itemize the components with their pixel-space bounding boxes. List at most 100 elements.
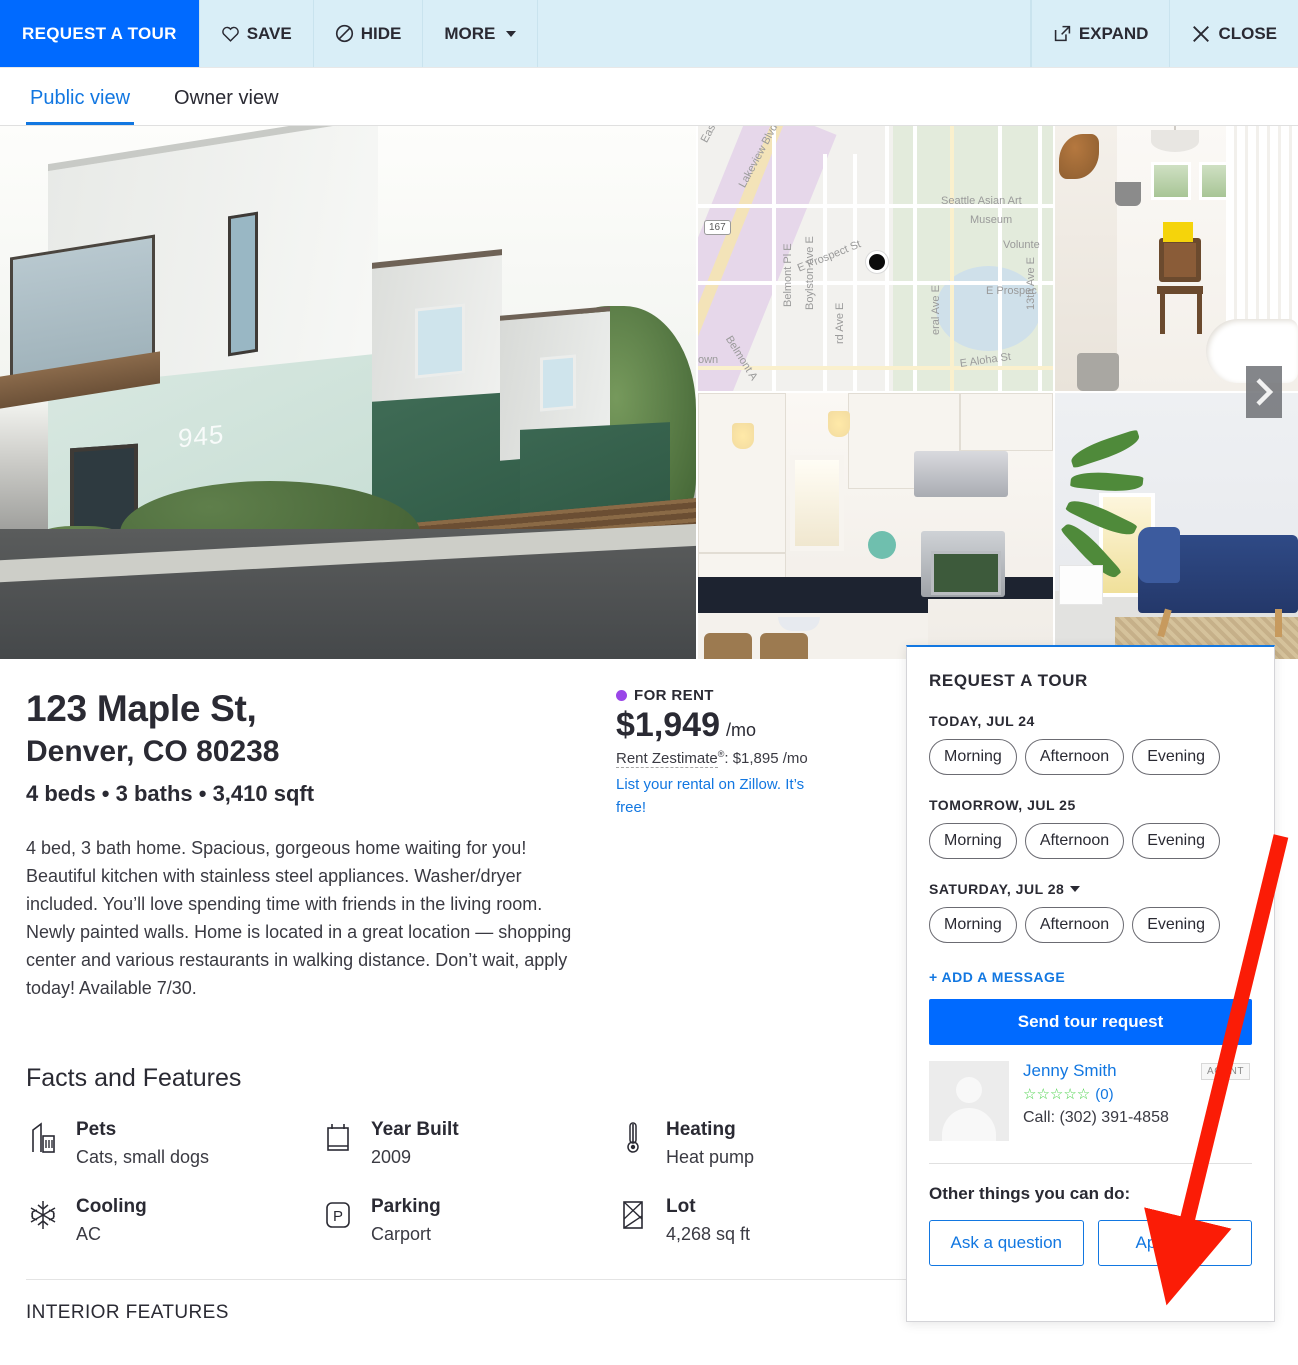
hide-icon [335, 24, 354, 43]
slot-evening[interactable]: Evening [1132, 907, 1221, 943]
property-map-pin [866, 251, 888, 273]
gallery-livingroom-thumb[interactable] [1055, 391, 1298, 659]
listing-price-column: FOR RENT $1,949 /mo Rent Zestimate®: $1,… [616, 687, 936, 1020]
more-button[interactable]: MORE [423, 0, 539, 67]
request-a-tour-button[interactable]: REQUEST A TOUR [0, 0, 199, 67]
calendar-icon [321, 1119, 355, 1157]
map-street-label: own [698, 354, 719, 366]
page-title: 123 Maple St, [26, 688, 257, 729]
fact-label: Year Built [371, 1119, 459, 1141]
slot-evening[interactable]: Evening [1132, 823, 1221, 859]
fact-cooling: Cooling AC [26, 1196, 321, 1245]
save-button[interactable]: SAVE [198, 0, 314, 67]
fact-value: Cats, small dogs [76, 1147, 210, 1168]
tour-day-label: TODAY, JUL 24 [929, 713, 1035, 729]
fact-parking: P Parking Carport [321, 1196, 616, 1245]
tour-day-label: TOMORROW, JUL 25 [929, 797, 1076, 813]
fact-label: Pets [76, 1119, 117, 1141]
tour-slots-today: Morning Afternoon Evening [929, 739, 1252, 775]
view-tabs: Public view Owner view [0, 68, 1298, 126]
address-city-state: Denver, CO 80238 [26, 734, 280, 768]
other-actions: Ask a question Apply now [929, 1220, 1252, 1266]
bathroom-photo-art [1055, 126, 1298, 391]
map-street-label: Museum [970, 214, 1013, 226]
slot-evening[interactable]: Evening [1132, 739, 1221, 775]
send-tour-request-button[interactable]: Send tour request [929, 999, 1252, 1045]
snowflake-icon [26, 1196, 60, 1234]
review-count[interactable]: (0) [1095, 1086, 1113, 1103]
ask-a-question-button[interactable]: Ask a question [929, 1220, 1084, 1266]
expand-button[interactable]: EXPAND [1030, 0, 1170, 67]
gallery-map-thumb[interactable]: 167 Eastlake Ave ELakeview Blvd ESeattle… [698, 126, 1053, 391]
avatar [929, 1061, 1009, 1141]
gallery-next-button[interactable] [1246, 366, 1282, 418]
fact-pets: Pets Cats, small dogs [26, 1119, 321, 1168]
fact-heating: Heating Heat pump [616, 1119, 911, 1168]
agent-card: Jenny Smith ☆☆☆☆☆ (0) Call: (302) 391-48… [929, 1061, 1252, 1141]
gallery-kitchen-thumb[interactable] [698, 391, 1053, 659]
tour-slots-saturday: Morning Afternoon Evening [929, 907, 1252, 943]
agent-name-link[interactable]: Jenny Smith [1023, 1061, 1169, 1081]
action-toolbar: REQUEST A TOUR SAVE HIDE MORE EXPAND CLO… [0, 0, 1298, 68]
status-badge: FOR RENT [616, 687, 936, 704]
slot-afternoon[interactable]: Afternoon [1024, 823, 1125, 859]
map-street-label: Seattle Asian Art [941, 195, 1022, 207]
toolbar-spacer [538, 0, 1031, 67]
kitchen-photo-art [698, 393, 1053, 659]
zestimate-label[interactable]: Rent Zestimate [616, 750, 718, 768]
svg-text:P: P [333, 1208, 343, 1225]
apply-now-button[interactable]: Apply now [1097, 1220, 1252, 1266]
slot-morning[interactable]: Morning [929, 739, 1017, 775]
map-street-label: 13th Ave E [1025, 256, 1037, 310]
chevron-down-icon[interactable] [1070, 886, 1081, 892]
listing-description: 4 bed, 3 bath home. Spacious, gorgeous h… [26, 838, 572, 998]
gallery-bathroom-thumb[interactable] [1055, 126, 1298, 391]
exterior-photo-art: 945 [0, 126, 696, 659]
list-rental-link[interactable]: List your rental on Zillow. It’s free! [616, 773, 821, 820]
map-street-label: Boylston Ave E [804, 236, 816, 310]
map-art: 167 Eastlake Ave ELakeview Blvd ESeattle… [698, 126, 1053, 391]
hide-label: HIDE [360, 23, 402, 43]
status-dot-icon [616, 690, 627, 701]
fact-lot: Lot 4,268 sq ft [616, 1196, 911, 1245]
fact-year-built: Year Built 2009 [321, 1119, 616, 1168]
hide-button[interactable]: HIDE [314, 0, 424, 67]
thermometer-icon [616, 1119, 650, 1157]
expand-label: EXPAND [1078, 23, 1149, 43]
livingroom-photo-art [1055, 393, 1298, 659]
fact-label: Cooling [76, 1196, 147, 1218]
highway-shield: 167 [704, 220, 731, 235]
close-button[interactable]: CLOSE [1169, 0, 1298, 67]
fact-label: Parking [371, 1196, 441, 1218]
slot-afternoon[interactable]: Afternoon [1024, 907, 1125, 943]
fact-value: 2009 [371, 1147, 412, 1168]
tab-public-view[interactable]: Public view [26, 87, 135, 125]
tour-day-saturday[interactable]: SATURDAY, JUL 28 [929, 881, 1252, 897]
price-period: /mo [726, 720, 757, 740]
map-street-label: rd Ave E [834, 302, 846, 344]
rent-zestimate: Rent Zestimate®: $1,895 /mo [616, 749, 936, 768]
map-street-label: eral Ave E [930, 285, 942, 335]
tab-owner-view[interactable]: Owner view [170, 87, 282, 125]
slot-afternoon[interactable]: Afternoon [1024, 739, 1125, 775]
expand-icon [1053, 24, 1072, 43]
house-number: 945 [178, 418, 225, 454]
bed-bath-sqft: 4 beds • 3 baths • 3,410 sqft [26, 781, 315, 807]
agent-rating: ☆☆☆☆☆ (0) [1023, 1085, 1169, 1104]
fact-value: Carport [371, 1223, 432, 1244]
tour-slots-tomorrow: Morning Afternoon Evening [929, 823, 1252, 859]
tour-day-tomorrow: TOMORROW, JUL 25 [929, 797, 1252, 813]
gallery-main-photo[interactable]: 945 [0, 126, 698, 659]
star-rating-icons: ☆☆☆☆☆ [1023, 1086, 1091, 1103]
slot-morning[interactable]: Morning [929, 907, 1017, 943]
toolbar-right-group: EXPAND CLOSE [1030, 0, 1298, 67]
add-a-message-link[interactable]: + ADD A MESSAGE [929, 969, 1252, 985]
chevron-right-icon [1256, 378, 1274, 406]
heart-icon [221, 25, 240, 42]
save-label: SAVE [246, 23, 292, 43]
slot-morning[interactable]: Morning [929, 823, 1017, 859]
status-label: FOR RENT [634, 687, 714, 704]
map-street-label: Belmont Pl E [782, 243, 794, 307]
tour-day-today: TODAY, JUL 24 [929, 713, 1252, 729]
chevron-down-icon [506, 30, 517, 37]
